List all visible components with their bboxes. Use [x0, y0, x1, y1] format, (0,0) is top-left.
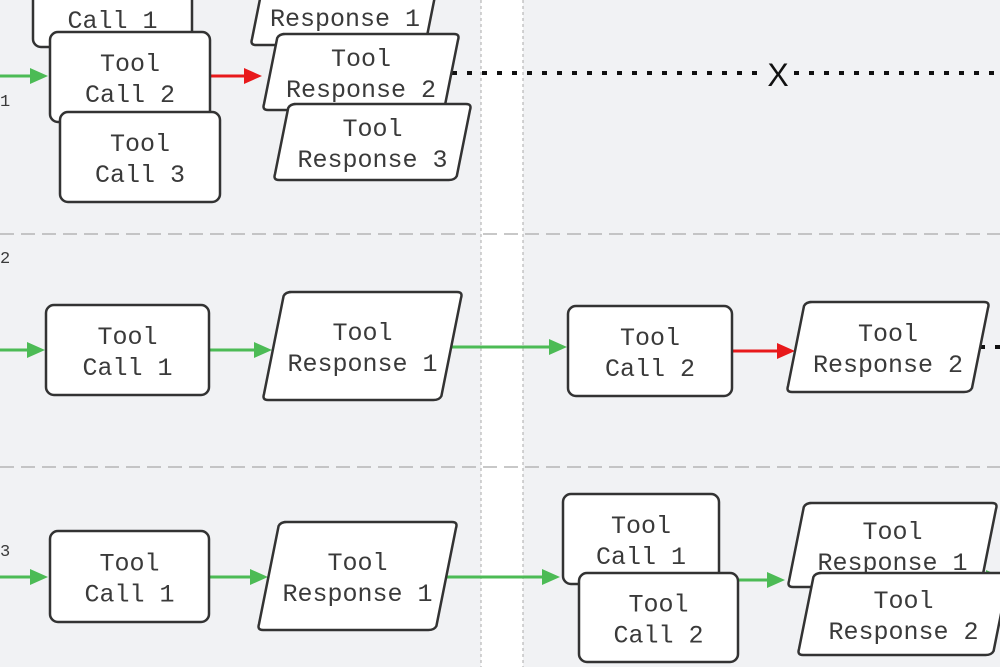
tool-response-node: ToolResponse 3 — [273, 102, 472, 182]
tool-response-node: ToolResponse 2 — [797, 571, 1000, 657]
row-label: 3 — [0, 543, 10, 562]
node-text-line: Tool — [97, 323, 157, 352]
node-text-line: Call 1 — [84, 581, 174, 610]
node-text-line: Tool — [628, 591, 688, 620]
node-text-line: Call 1 — [596, 543, 686, 572]
tool-call-node: ToolCall 2 — [566, 304, 734, 398]
row-label: 2 — [0, 250, 10, 269]
error-arrow — [210, 68, 262, 84]
node-text-line: Response 1 — [270, 5, 420, 34]
tool-response-node: ToolResponse 2 — [262, 32, 460, 112]
node-text-line: Tool — [332, 319, 392, 348]
success-arrow — [738, 572, 785, 588]
row-label: 1 — [0, 93, 10, 112]
success-arrow — [210, 342, 272, 358]
node-text-line: Response 2 — [813, 351, 963, 380]
node-text-line: Response 3 — [297, 146, 447, 175]
node-text-line: Call 1 — [82, 354, 172, 383]
tool-response-node: ToolResponse 1 — [257, 520, 458, 632]
node-text-line: Tool — [99, 550, 159, 579]
success-arrow — [0, 342, 45, 358]
node-text-line: Tool — [620, 324, 680, 353]
tool-call-node: ToolCall 1 — [44, 303, 211, 397]
tool-response-node: ToolResponse 2 — [786, 300, 990, 394]
node-text-line: Call 2 — [605, 355, 695, 384]
node-text-line: Response 1 — [287, 350, 437, 379]
node-text-line: Call 2 — [613, 622, 703, 651]
tool-call-node: ToolCall 1 — [48, 529, 211, 624]
column-gap — [481, 0, 523, 667]
tool-call-node: ToolCall 2 — [48, 30, 212, 124]
success-arrow — [210, 569, 268, 585]
node-text-line: Call 2 — [85, 81, 175, 110]
node-text-line: Tool — [100, 50, 160, 79]
node-text-line: Response 1 — [282, 580, 432, 609]
tool-call-node: ToolCall 3 — [58, 110, 222, 204]
node-text-line: Response 2 — [286, 76, 436, 105]
tool-call-node: ToolCall 1 — [561, 492, 721, 586]
success-arrow — [0, 68, 48, 84]
node-text-line: Response 2 — [828, 618, 978, 647]
tool-call-node: ToolCall 2 — [577, 571, 740, 664]
node-text-line: Tool — [110, 130, 170, 159]
node-text-line: Tool — [611, 512, 671, 541]
node-text-line: Tool — [342, 115, 402, 144]
node-text-line: Tool — [331, 45, 391, 74]
node-text-line: Call 3 — [95, 161, 185, 190]
node-text-line: Tool — [862, 518, 922, 547]
tool-response-node: ToolResponse 1 — [262, 290, 463, 402]
node-text-line: Tool — [327, 549, 387, 578]
node-text-line: Tool — [858, 320, 918, 349]
tool-call-flow-diagram: 1 2 3 Call 1ToolCall 2ToolCall 3Response… — [0, 0, 1000, 667]
success-arrow — [0, 569, 48, 585]
error-arrow — [732, 343, 795, 359]
node-text-line: Tool — [873, 587, 933, 616]
failure-marker: X — [767, 57, 788, 93]
